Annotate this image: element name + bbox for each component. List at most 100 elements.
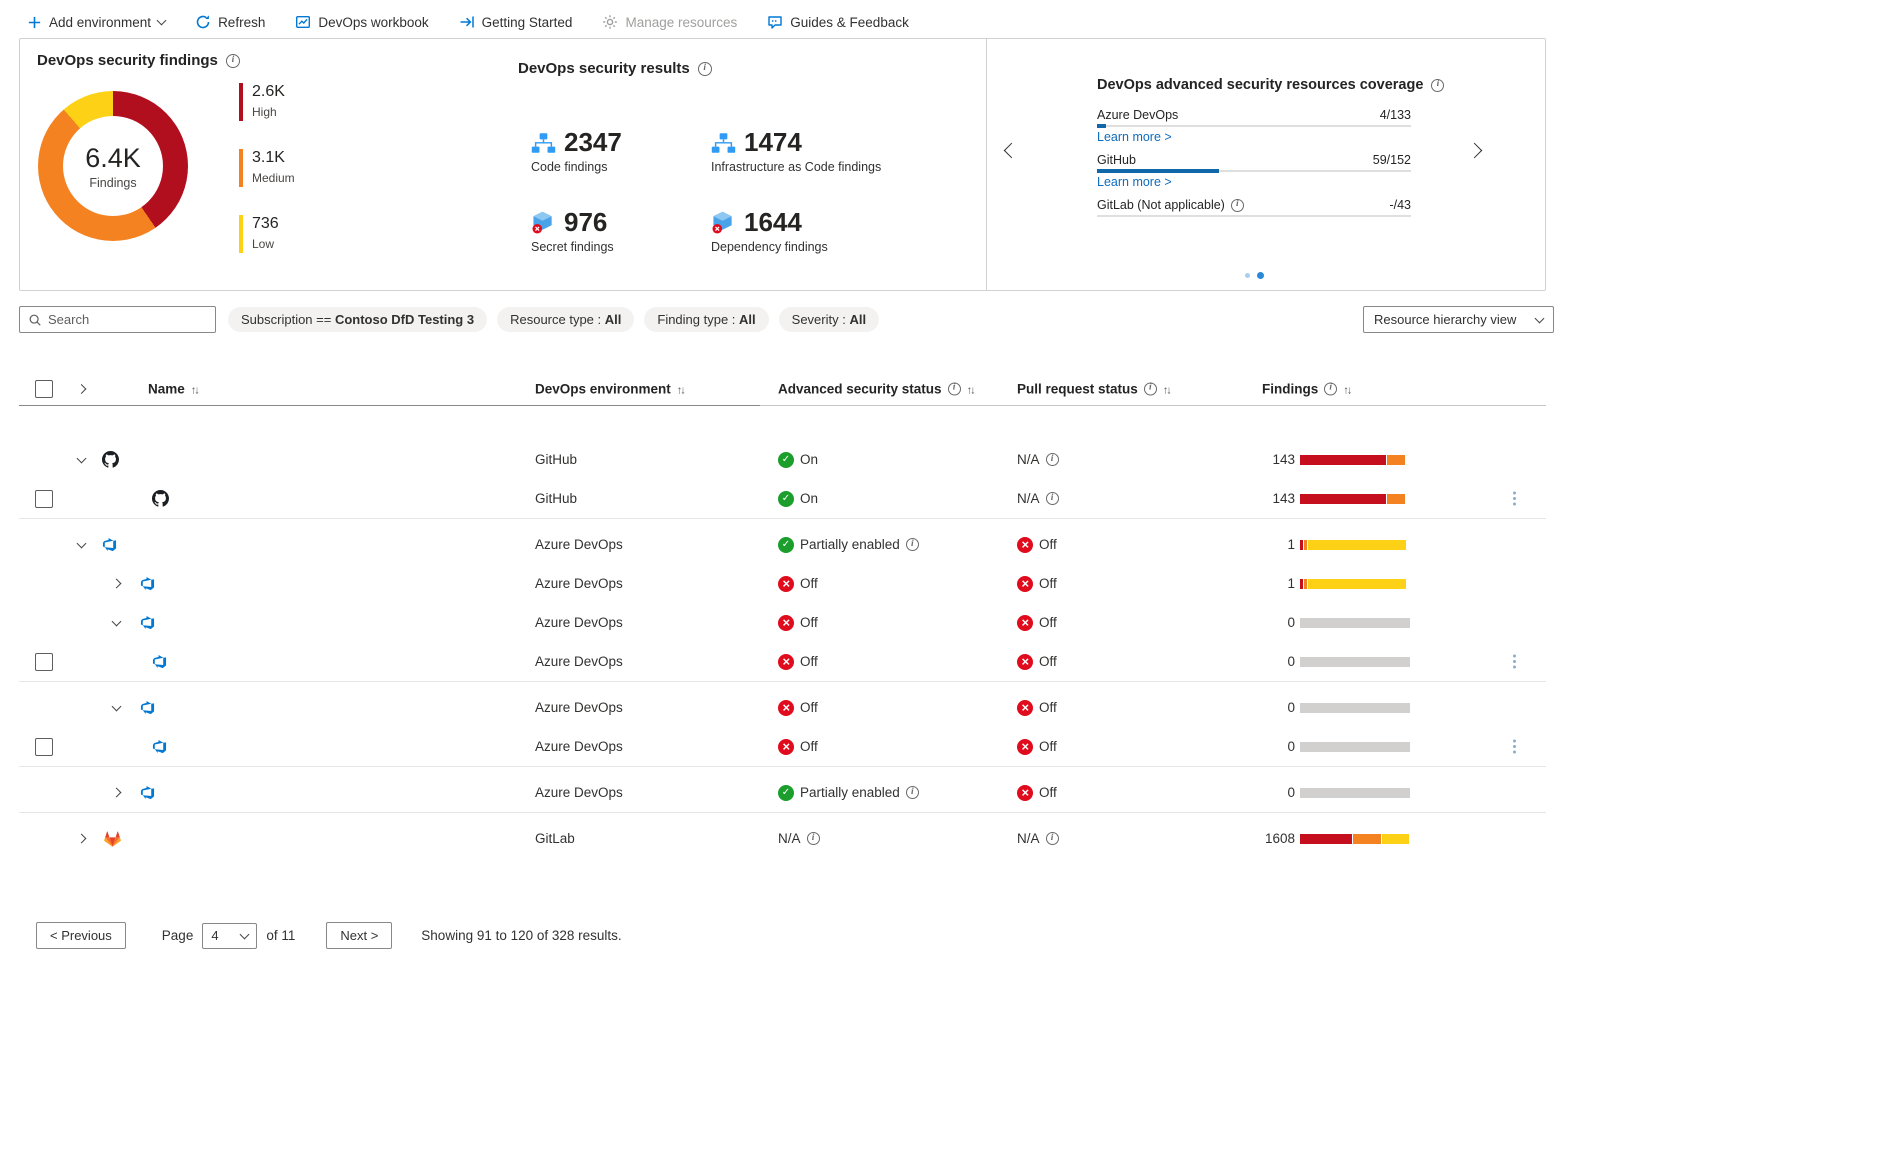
row-expander[interactable] bbox=[113, 564, 120, 603]
row-expander[interactable] bbox=[78, 819, 85, 858]
devops-workbook-button[interactable]: DevOps workbook bbox=[295, 14, 428, 30]
table-row[interactable]: Azure DevOps Partially enabled Off 0 bbox=[19, 773, 1546, 812]
carousel-previous-button[interactable] bbox=[1002, 139, 1021, 165]
low-label: Low bbox=[252, 237, 279, 251]
table-row[interactable]: GitHub On N/A 143 bbox=[19, 479, 1546, 518]
row-context-menu-button[interactable] bbox=[1513, 727, 1516, 766]
info-icon[interactable] bbox=[1046, 453, 1059, 466]
findings-count: 0 bbox=[1205, 727, 1295, 766]
coverage-resource-count: 4/133 bbox=[1380, 108, 1411, 122]
status-off-icon bbox=[1017, 700, 1033, 716]
row-checkbox-cell bbox=[35, 479, 53, 518]
refresh-label: Refresh bbox=[218, 15, 265, 30]
getting-started-button[interactable]: Getting Started bbox=[459, 14, 573, 30]
findings-count: 1 bbox=[1205, 564, 1295, 603]
info-icon[interactable] bbox=[1046, 492, 1059, 505]
info-icon[interactable] bbox=[1231, 199, 1244, 212]
column-header-name[interactable]: Name bbox=[148, 381, 198, 396]
expand-all-chevron[interactable] bbox=[78, 385, 85, 392]
table-group: Azure DevOps Partially enabled Off 1 Azu… bbox=[19, 519, 1546, 682]
learn-more-link[interactable]: Learn more > bbox=[1097, 175, 1172, 189]
devops-security-page: Add environment Refresh DevOps workbook … bbox=[0, 0, 1897, 1155]
carousel-next-button[interactable] bbox=[1465, 139, 1484, 165]
column-header-findings[interactable]: Findings bbox=[1262, 381, 1350, 396]
column-header-security[interactable]: Advanced security status bbox=[778, 381, 974, 396]
results-card-title: DevOps security results bbox=[518, 60, 712, 77]
low-count: 736 bbox=[252, 215, 279, 233]
resource-hierarchy-view-dropdown[interactable]: Resource hierarchy view bbox=[1363, 306, 1554, 333]
sort-icon bbox=[191, 381, 198, 396]
coverage-progress-track bbox=[1097, 170, 1411, 172]
previous-page-button[interactable]: < Previous bbox=[36, 922, 126, 949]
filter-pill-severity[interactable]: Severity : All bbox=[779, 307, 879, 332]
findings-card-title-text: DevOps security findings bbox=[37, 52, 218, 69]
row-context-menu-button[interactable] bbox=[1513, 642, 1516, 681]
findings-total: 6.4K bbox=[85, 143, 141, 174]
row-checkbox[interactable] bbox=[35, 653, 53, 671]
coverage-card-title: DevOps advanced security resources cover… bbox=[1097, 77, 1411, 93]
iac-findings-icon bbox=[711, 132, 736, 154]
advanced-security-status-cell: On bbox=[778, 479, 818, 518]
status-off-icon bbox=[778, 654, 794, 670]
table-row[interactable]: Azure DevOps Off Off 0 bbox=[19, 727, 1546, 766]
table-row[interactable]: Azure DevOps Off Off 0 bbox=[19, 603, 1546, 642]
filter-pill-finding-type[interactable]: Finding type : All bbox=[644, 307, 768, 332]
carousel-dot-2[interactable] bbox=[1257, 272, 1264, 279]
carousel-dot-1[interactable] bbox=[1245, 273, 1250, 278]
info-icon[interactable] bbox=[906, 786, 919, 799]
row-expander[interactable] bbox=[113, 773, 120, 812]
search-box bbox=[19, 306, 216, 333]
info-icon[interactable] bbox=[1046, 832, 1059, 845]
iac-findings-label: Infrastructure as Code findings bbox=[711, 160, 901, 174]
info-icon[interactable] bbox=[226, 54, 240, 68]
guides-feedback-button[interactable]: Guides & Feedback bbox=[767, 14, 909, 30]
select-all-checkbox[interactable] bbox=[35, 380, 53, 398]
row-expander[interactable] bbox=[113, 603, 120, 642]
results-card-title-text: DevOps security results bbox=[518, 60, 690, 77]
row-expander[interactable] bbox=[113, 688, 120, 727]
info-icon[interactable] bbox=[906, 538, 919, 551]
page-number-select[interactable]: 4 bbox=[202, 923, 257, 949]
findings-legend: 2.6KHigh 3.1KMedium 736Low bbox=[239, 83, 295, 253]
learn-more-link[interactable]: Learn more > bbox=[1097, 130, 1172, 144]
next-page-button[interactable]: Next > bbox=[326, 922, 392, 949]
column-header-environment[interactable]: DevOps environment bbox=[535, 381, 684, 396]
row-expander[interactable] bbox=[78, 525, 85, 564]
row-checkbox[interactable] bbox=[35, 738, 53, 756]
table-header: Name DevOps environment Advanced securit… bbox=[19, 372, 1546, 406]
pull-request-status-cell: Off bbox=[1017, 564, 1057, 603]
devops-environment-cell: GitLab bbox=[535, 819, 575, 858]
info-icon[interactable] bbox=[1431, 79, 1444, 92]
column-header-pull-request[interactable]: Pull request status bbox=[1017, 381, 1170, 396]
table-row[interactable]: Azure DevOps Off Off 1 bbox=[19, 564, 1546, 603]
add-environment-button[interactable]: Add environment bbox=[27, 15, 165, 30]
row-expander[interactable] bbox=[78, 440, 85, 479]
guides-feedback-label: Guides & Feedback bbox=[790, 15, 909, 30]
gitlab-icon bbox=[102, 819, 123, 858]
table-row[interactable]: Azure DevOps Off Off 0 bbox=[19, 642, 1546, 681]
table-row[interactable]: Azure DevOps Off Off 0 bbox=[19, 688, 1546, 727]
table-row[interactable]: GitHub On N/A 143 bbox=[19, 440, 1546, 479]
coverage-progress-track bbox=[1097, 125, 1411, 127]
advanced-security-status-cell: Off bbox=[778, 564, 818, 603]
filter-pill-resource-type[interactable]: Resource type : All bbox=[497, 307, 634, 332]
row-checkbox-cell bbox=[35, 642, 53, 681]
info-icon[interactable] bbox=[1324, 382, 1337, 395]
search-input[interactable] bbox=[48, 312, 207, 327]
row-checkbox[interactable] bbox=[35, 490, 53, 508]
add-environment-label: Add environment bbox=[49, 15, 151, 30]
filter-pill-subscription[interactable]: Subscription == Contoso DfD Testing 3 bbox=[228, 307, 487, 332]
info-icon[interactable] bbox=[948, 382, 961, 395]
advanced-security-status-cell: Off bbox=[778, 642, 818, 681]
manage-resources-button[interactable]: Manage resources bbox=[602, 14, 737, 30]
status-on-icon bbox=[778, 452, 794, 468]
info-icon[interactable] bbox=[1144, 382, 1157, 395]
row-context-menu-button[interactable] bbox=[1513, 479, 1516, 518]
info-icon[interactable] bbox=[698, 62, 712, 76]
status-off-icon bbox=[778, 615, 794, 631]
refresh-button[interactable]: Refresh bbox=[195, 14, 265, 30]
code-findings-count: 2347 bbox=[564, 127, 622, 158]
table-row[interactable]: GitLab N/A N/A 1608 bbox=[19, 819, 1546, 858]
table-row[interactable]: Azure DevOps Partially enabled Off 1 bbox=[19, 525, 1546, 564]
info-icon[interactable] bbox=[807, 832, 820, 845]
